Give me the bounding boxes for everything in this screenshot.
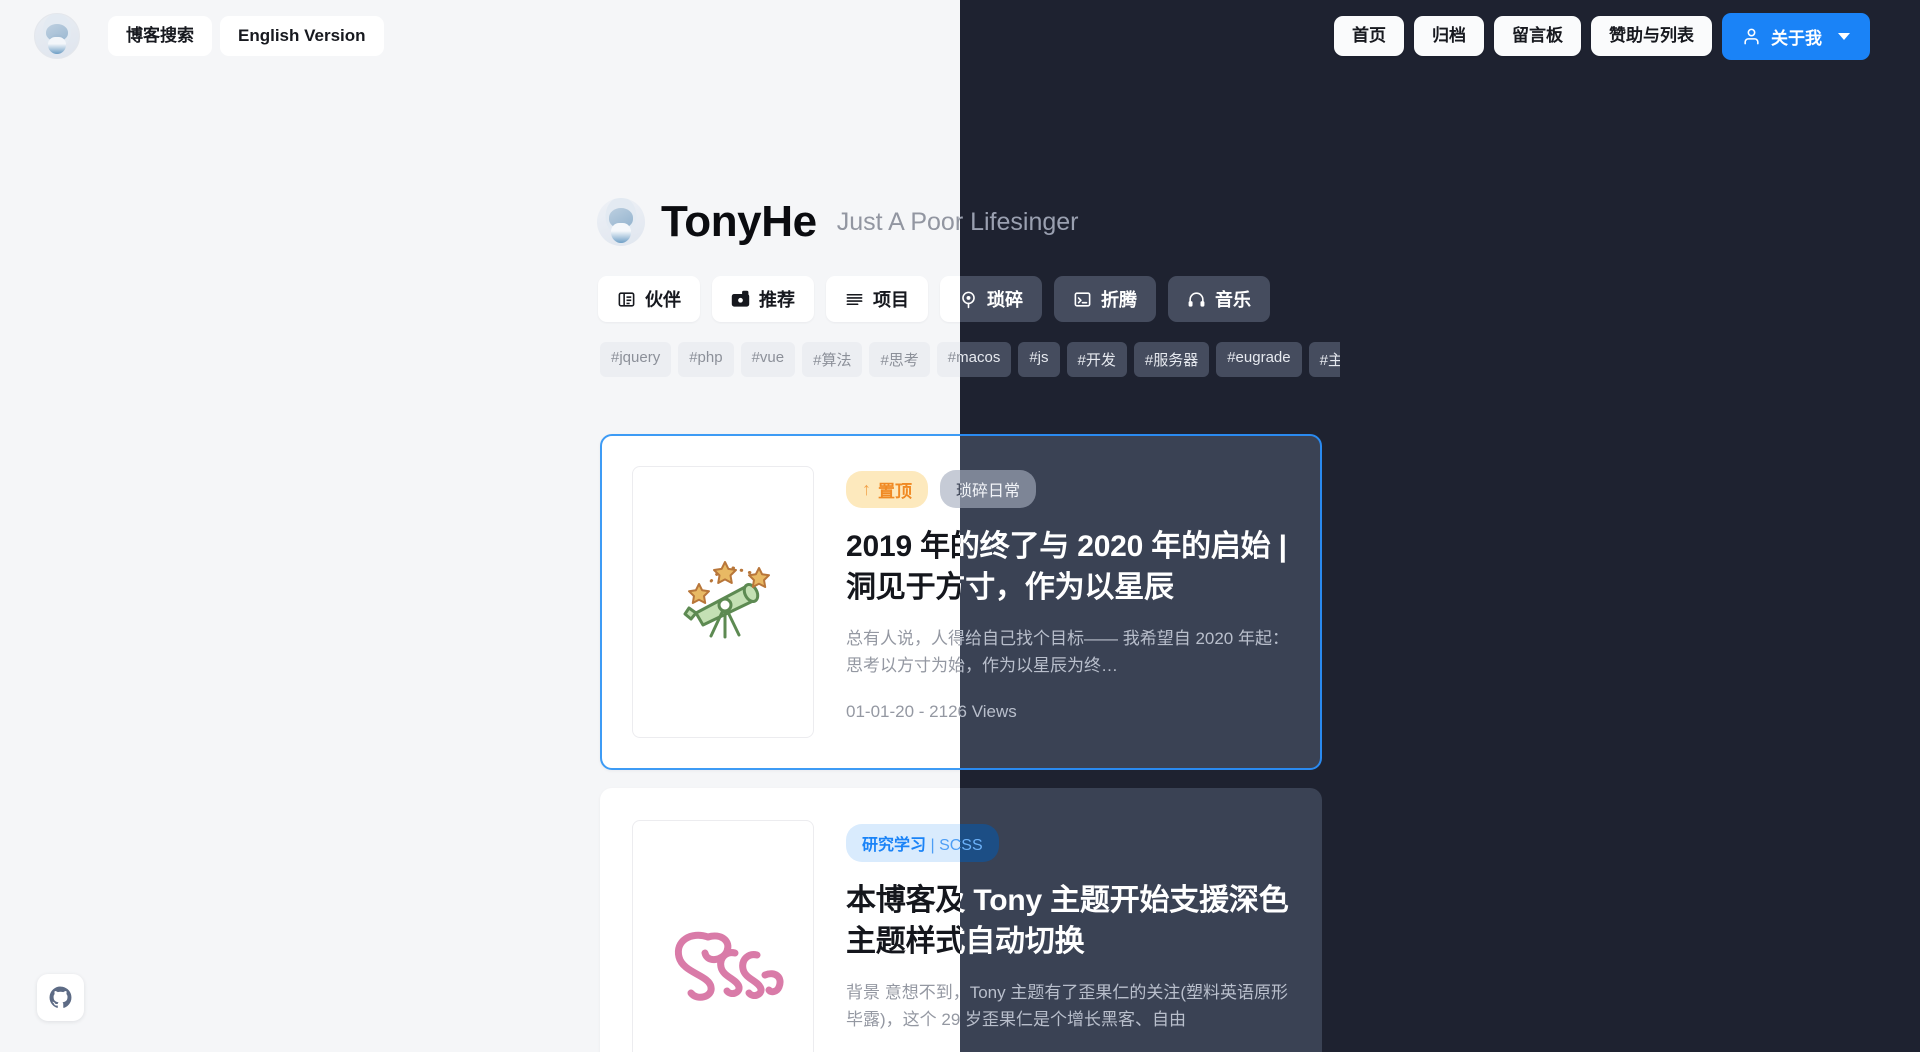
tag-item[interactable]: #php: [678, 342, 734, 377]
tag-item[interactable]: #js: [1018, 342, 1060, 377]
nav-item-english-version[interactable]: English Version: [220, 15, 384, 57]
header-right-nav: 首页 归档 留言板 赞助与列表 关于我: [1334, 12, 1896, 60]
header-left-nav: 博客搜索 English Version: [108, 15, 384, 57]
category-button-xiangmu[interactable]: 项目: [826, 276, 928, 322]
github-floating-button[interactable]: [37, 974, 84, 1021]
tag-item[interactable]: #主题: [1308, 342, 1340, 377]
category-label: 推荐: [759, 290, 795, 310]
headphones-icon: [1187, 290, 1206, 309]
telescope-stars-illustration: [683, 561, 770, 639]
nav-item-home[interactable]: 首页: [1334, 15, 1404, 57]
category-label: 琐碎: [987, 290, 1023, 310]
category-label: 音乐: [1215, 290, 1251, 310]
about-me-label: 关于我: [1771, 28, 1822, 48]
tag-item[interactable]: #vue: [740, 342, 796, 377]
nav-item-sponsor-list[interactable]: 赞助与列表: [1591, 15, 1712, 57]
list-box-icon: [617, 290, 636, 309]
sass-logo: [674, 931, 784, 1001]
github-icon: [48, 985, 73, 1010]
category-button-zheteng[interactable]: 折腾: [1054, 276, 1156, 322]
category-button-tuijian[interactable]: 推荐: [712, 276, 814, 322]
camera-icon: [731, 290, 750, 309]
tag-item[interactable]: #算法: [802, 342, 863, 377]
category-button-yinyue[interactable]: 音乐: [1168, 276, 1270, 322]
category-name: 研究学习: [862, 837, 927, 854]
category-label: 折腾: [1101, 290, 1137, 310]
nav-item-guestbook[interactable]: 留言板: [1494, 15, 1581, 57]
tag-item[interactable]: #开发: [1066, 342, 1127, 377]
tag-item[interactable]: #服务器: [1133, 342, 1210, 377]
nav-item-blog-search[interactable]: 博客搜索: [108, 15, 212, 57]
tag-item[interactable]: #eugrade: [1216, 342, 1302, 377]
about-me-button[interactable]: 关于我: [1722, 12, 1870, 60]
site-logo-avatar[interactable]: [34, 13, 80, 59]
nav-item-archive[interactable]: 归档: [1414, 15, 1484, 57]
post-thumbnail: [632, 466, 814, 738]
chevron-down-icon: [1838, 32, 1850, 40]
pinned-label: 置顶: [878, 481, 912, 501]
pinned-badge: ↑ 置顶: [846, 470, 928, 508]
tag-item[interactable]: #思考: [869, 342, 930, 377]
profile-avatar[interactable]: [597, 198, 645, 246]
profile-name: TonyHe: [661, 197, 817, 246]
post-thumbnail: [632, 820, 814, 1052]
tag-item[interactable]: #jquery: [600, 342, 672, 377]
page-root: 博客搜索 English Version 首页 归档 留言板 赞助与列表 关于我: [0, 0, 1920, 1052]
microphone-icon: [960, 290, 978, 309]
category-label: 项目: [873, 290, 909, 310]
category-button-huoban[interactable]: 伙伴: [598, 276, 700, 322]
terminal-icon: [1073, 290, 1092, 309]
stack-lines-icon: [845, 290, 864, 309]
category-label: 伙伴: [645, 290, 681, 310]
user-icon: [1742, 27, 1761, 46]
arrow-up-icon: ↑: [862, 478, 871, 499]
